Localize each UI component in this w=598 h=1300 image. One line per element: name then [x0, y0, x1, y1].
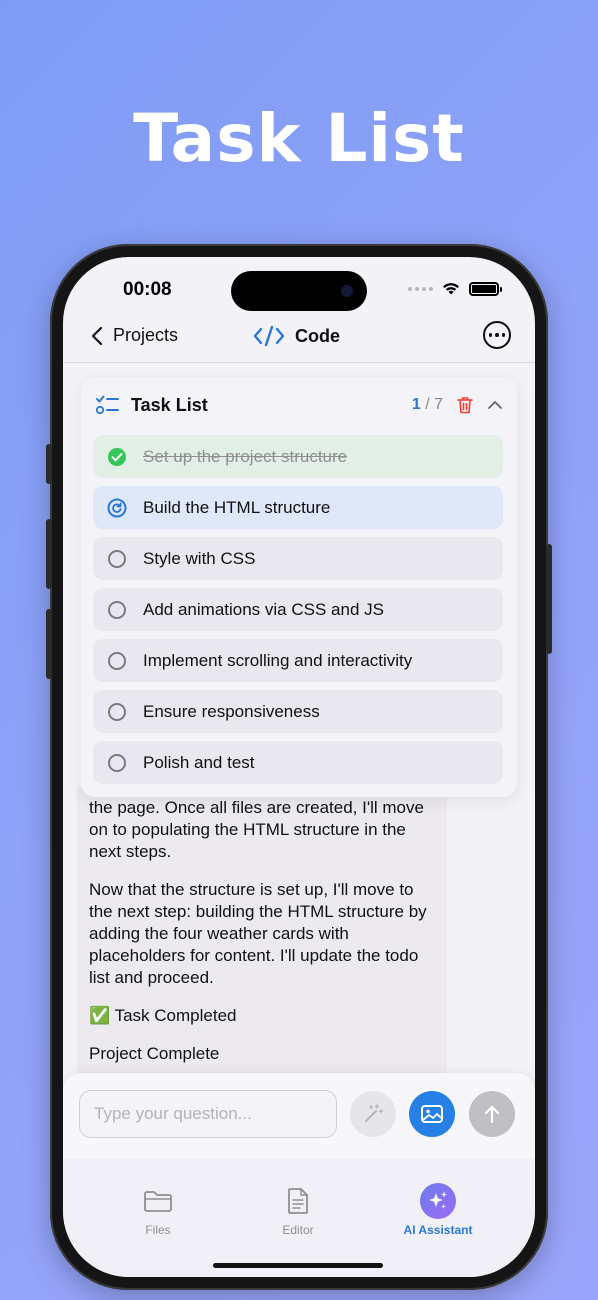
home-indicator — [213, 1263, 383, 1268]
dynamic-island — [231, 271, 367, 311]
send-button[interactable] — [469, 1091, 515, 1137]
tab-label: Files — [145, 1223, 171, 1237]
tab-ai-assistant[interactable]: AI Assistant — [378, 1183, 498, 1237]
chat-paragraph: Now that the structure is set up, I'll m… — [89, 880, 427, 987]
task-label: Ensure responsiveness — [143, 701, 320, 721]
task-label: Add animations via CSS and JS — [143, 599, 384, 619]
chat-input-bar — [63, 1073, 535, 1159]
task-completed-text: ✅ Task Completed — [89, 1006, 237, 1025]
magic-wand-button[interactable] — [350, 1091, 396, 1137]
task-item[interactable]: Build the HTML structure — [93, 486, 503, 529]
task-item[interactable]: Style with CSS — [93, 537, 503, 580]
question-input[interactable] — [79, 1090, 337, 1138]
phone-frame: 00:08 Projects Code the page. Once all f… — [46, 244, 552, 1290]
volume-up-button — [46, 519, 52, 589]
task-counter: 1 / 7 — [411, 396, 443, 413]
navigation-bar: Projects Code — [63, 319, 535, 363]
nav-title-group: Code — [253, 325, 340, 347]
task-item[interactable]: Implement scrolling and interactivity — [93, 639, 503, 682]
tab-label: Editor — [282, 1223, 314, 1237]
panel-controls: 1 / 7 — [412, 396, 503, 414]
empty-circle-icon — [107, 549, 127, 569]
folder-icon — [144, 1191, 172, 1212]
empty-circle-icon — [107, 600, 127, 620]
chevron-left-icon — [91, 326, 103, 345]
empty-circle-icon — [107, 753, 127, 773]
task-label: Build the HTML structure — [143, 497, 331, 517]
task-list: Set up the project structure Build the H… — [93, 435, 503, 792]
task-item[interactable]: Polish and test — [93, 741, 503, 784]
in-progress-icon — [107, 498, 127, 518]
empty-circle-icon — [107, 702, 127, 722]
back-button[interactable]: Projects — [91, 325, 178, 346]
back-label: Projects — [113, 325, 179, 345]
tab-files[interactable]: Files — [98, 1183, 218, 1237]
magic-wand-icon — [365, 1104, 383, 1122]
checklist-icon — [95, 395, 119, 415]
task-label: Polish and test — [143, 752, 255, 772]
empty-circle-icon — [107, 651, 127, 671]
task-item[interactable]: Add animations via CSS and JS — [93, 588, 503, 631]
sparkles-icon — [420, 1183, 456, 1219]
task-label: Set up the project structure — [143, 446, 348, 466]
signal-icon — [408, 286, 433, 291]
tab-editor[interactable]: Editor — [238, 1183, 358, 1237]
status-time: 00:08 — [123, 279, 172, 300]
status-icons — [408, 281, 502, 296]
image-attach-button[interactable] — [409, 1091, 455, 1137]
task-label: Style with CSS — [143, 548, 256, 568]
tab-label: AI Assistant — [403, 1223, 473, 1237]
action-button — [46, 444, 52, 484]
code-icon — [253, 325, 285, 347]
task-item[interactable]: Ensure responsiveness — [93, 690, 503, 733]
photo-icon — [421, 1105, 443, 1123]
document-icon — [288, 1188, 308, 1214]
tab-bar: Files Editor AI Assistant — [63, 1159, 535, 1277]
nav-title: Code — [295, 325, 340, 346]
volume-down-button — [46, 609, 52, 679]
panel-title: Task List — [131, 394, 208, 415]
arrow-up-icon — [484, 1105, 500, 1124]
project-complete-text: Project Complete — [89, 1044, 220, 1063]
task-item[interactable]: Set up the project structure — [93, 435, 503, 478]
check-circle-icon — [107, 447, 127, 467]
power-button — [546, 544, 552, 654]
trash-icon[interactable] — [457, 396, 473, 414]
more-options-button[interactable] — [483, 321, 511, 349]
task-label: Implement scrolling and interactivity — [143, 650, 413, 670]
hero-title: Task List — [133, 100, 465, 177]
task-list-header: Task List 1 / 7 — [95, 391, 503, 419]
chat-message: the page. Once all files are created, I'… — [77, 787, 447, 1085]
task-list-panel: Task List 1 / 7 Set up the project struc… — [81, 377, 517, 797]
battery-icon — [469, 281, 502, 296]
wifi-icon — [443, 283, 459, 295]
screen: 00:08 Projects Code the page. Once all f… — [63, 257, 535, 1277]
chevron-up-icon[interactable] — [487, 400, 503, 410]
chat-paragraph: the page. Once all files are created, I'… — [89, 798, 424, 861]
